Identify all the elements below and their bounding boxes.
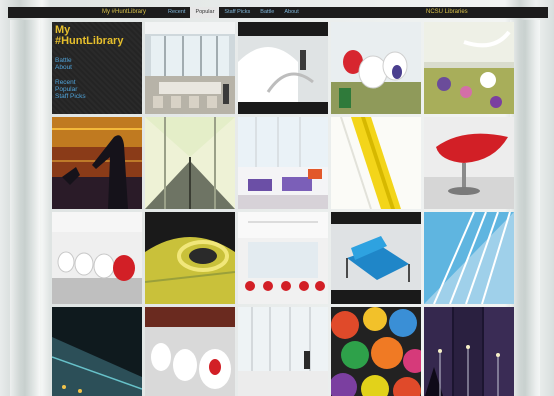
- photo-person-in-hall[interactable]: [238, 307, 328, 396]
- top-navigation-bar: My #HuntLibrary Recent Popular Staff Pic…: [8, 7, 548, 18]
- photo-red-white-egg-chairs[interactable]: [331, 22, 421, 114]
- sidebar-link-recent[interactable]: Recent: [55, 79, 139, 86]
- photo-red-chairs-atrium[interactable]: [238, 212, 328, 304]
- photo-night-street-lights[interactable]: [424, 307, 514, 396]
- photo-yellow-stairs[interactable]: [331, 117, 421, 209]
- photo-red-chair[interactable]: [424, 117, 514, 209]
- sidebar-link-popular[interactable]: Popular: [55, 86, 139, 93]
- nav-recent[interactable]: Recent: [163, 7, 190, 18]
- photo-blue-tufted-chair[interactable]: [331, 212, 421, 304]
- photo-purple-furniture-area[interactable]: [238, 117, 328, 209]
- photo-white-pod-chairs[interactable]: [52, 212, 142, 304]
- sidebar-link-about[interactable]: About: [55, 64, 139, 71]
- photo-reflecting-walkway[interactable]: [145, 117, 235, 209]
- photo-blue-facade-fins[interactable]: [424, 212, 514, 304]
- nav-about[interactable]: About: [279, 7, 303, 18]
- sidebar-panel: My #HuntLibrary Battle About Recent Popu…: [52, 22, 142, 114]
- background-right-pillar: [510, 20, 540, 396]
- nav-battle[interactable]: Battle: [255, 7, 279, 18]
- nav-menu: Recent Popular Staff Picks Battle About: [163, 7, 304, 18]
- photo-yellow-ring-structure[interactable]: [145, 212, 235, 304]
- background-left-pillar: [10, 20, 40, 396]
- photo-pod-chairs-lobby[interactable]: [145, 307, 235, 396]
- photo-silhouette-cyberpunk[interactable]: [52, 117, 142, 209]
- sidebar-link-staff-picks[interactable]: Staff Picks: [55, 93, 139, 100]
- org-link[interactable]: NCSU Libraries: [426, 9, 468, 15]
- nav-staff-picks[interactable]: Staff Picks: [219, 7, 255, 18]
- photo-white-curved-wall[interactable]: [238, 22, 328, 114]
- sidebar-title-line2: #HuntLibrary: [55, 35, 124, 47]
- site-brand-link[interactable]: My #HuntLibrary: [102, 9, 146, 15]
- sidebar-link-battle[interactable]: Battle: [55, 57, 139, 64]
- photo-overhead-lounge[interactable]: [424, 22, 514, 114]
- photo-conference-room[interactable]: [145, 22, 235, 114]
- photo-building-night[interactable]: [52, 307, 142, 396]
- nav-popular[interactable]: Popular: [190, 7, 220, 18]
- photo-colorful-balls[interactable]: [331, 307, 421, 396]
